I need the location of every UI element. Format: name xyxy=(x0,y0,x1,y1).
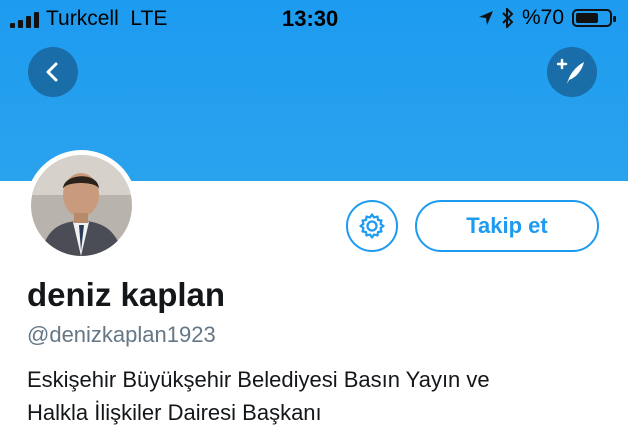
signal-strength-icon xyxy=(10,12,39,28)
avatar-photo xyxy=(31,155,132,256)
profile-bio-line: Eskişehir Büyükşehir Belediyesi Basın Ya… xyxy=(27,367,490,392)
settings-button[interactable] xyxy=(346,200,398,252)
chevron-left-icon xyxy=(46,62,58,82)
status-right: %70 xyxy=(478,6,616,30)
profile-bio: Eskişehir Büyükşehir Belediyesi Basın Ya… xyxy=(27,363,607,429)
status-time: 13:30 xyxy=(282,6,339,31)
battery-percent: %70 xyxy=(521,6,564,29)
carrier-label: Turkcell LTE xyxy=(46,7,167,31)
carrier-name: Turkcell xyxy=(46,7,119,30)
profile-bio-line: Halkla İlişkiler Dairesi Başkanı xyxy=(27,400,322,425)
profile-handle: @denizkaplan1923 xyxy=(27,322,216,347)
profile-name: deniz kaplan xyxy=(27,276,226,313)
compose-tweet-button[interactable] xyxy=(547,47,597,97)
bluetooth-icon xyxy=(502,8,514,28)
battery-level-fill xyxy=(576,13,598,23)
avatar[interactable] xyxy=(26,150,137,261)
location-arrow-icon xyxy=(478,11,493,25)
battery-icon xyxy=(572,9,616,27)
network-type: LTE xyxy=(130,7,168,30)
status-bar: Turkcell LTE 13:30 %70 xyxy=(0,0,628,38)
follow-button-label: Takip et xyxy=(466,213,548,238)
compose-feather-icon xyxy=(557,58,584,84)
back-button[interactable] xyxy=(28,47,78,97)
follow-button[interactable]: Takip et xyxy=(415,200,599,252)
gear-icon xyxy=(359,213,385,239)
